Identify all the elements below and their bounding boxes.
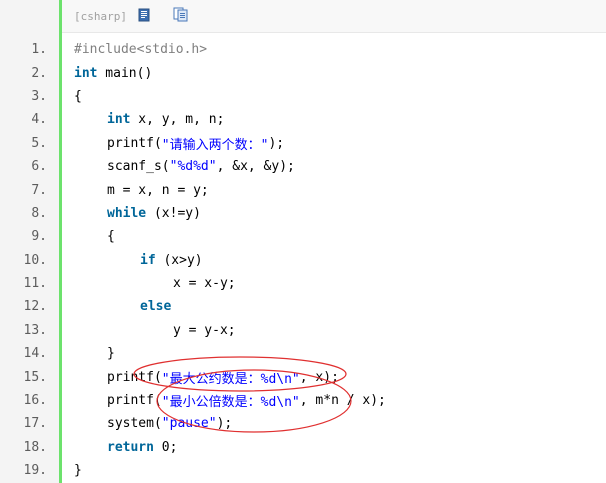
line-number: 6. — [31, 159, 47, 175]
code-text: int x, y, m, n; — [107, 108, 224, 131]
code-line: 18. return 0; — [0, 436, 606, 459]
code-token: , &x, &y); — [216, 159, 295, 175]
code-line: 11. x = x-y; — [0, 272, 606, 295]
preprocessor-token: #include<stdio.h> — [74, 42, 208, 58]
code-token: (x!=y) — [146, 205, 201, 221]
code-token: (x>y) — [155, 252, 203, 268]
code-line: 6. scanf_s("%d%d", &x, &y); — [0, 155, 606, 178]
code-line: 4. int x, y, m, n; — [0, 108, 606, 131]
code-token: scanf_s( — [107, 159, 170, 175]
code-toolbar: [csharp] — [62, 0, 606, 33]
code-token: ); — [268, 135, 285, 151]
code-token: } — [107, 346, 115, 362]
line-number: 14. — [23, 346, 47, 362]
code-text: else — [140, 295, 171, 318]
string-token: "最小公倍数是：%d\n" — [161, 395, 300, 411]
code-text: } — [74, 459, 82, 482]
code-text: x = x-y; — [173, 272, 236, 295]
code-text: #include<stdio.h> — [74, 38, 207, 61]
line-number: 19. — [23, 463, 47, 479]
code-line: 7. m = x, n = y; — [0, 178, 606, 201]
keyword-token: return — [107, 439, 154, 455]
keyword-token: if — [140, 252, 156, 268]
code-token: 0; — [153, 439, 178, 455]
code-token: { — [74, 88, 82, 104]
code-token: x, y, m, n; — [130, 112, 225, 128]
code-text: return 0; — [107, 436, 177, 459]
code-line: 17. system("pause"); — [0, 412, 606, 435]
code-token: printf( — [107, 369, 162, 385]
code-line: 12. else — [0, 295, 606, 318]
line-number: 7. — [31, 182, 47, 198]
string-token: "最大公约数是：%d\n" — [161, 371, 300, 387]
code-line: 19.} — [0, 459, 606, 482]
code-text: system("pause"); — [107, 412, 232, 435]
keyword-token: else — [140, 299, 172, 315]
line-number: 8. — [31, 205, 47, 221]
line-number: 16. — [23, 393, 47, 409]
code-text: printf("请输入两个数："); — [107, 132, 284, 155]
keyword-token: int — [107, 112, 131, 128]
line-number: 12. — [23, 299, 47, 315]
code-text: { — [74, 85, 82, 108]
code-token: , m*n / x); — [299, 393, 386, 409]
code-token: y = y-x; — [173, 322, 236, 338]
code-token: , x); — [299, 369, 339, 385]
code-line: 15. printf("最大公约数是：%d\n", x); — [0, 365, 606, 388]
code-line: 10. if (x>y) — [0, 249, 606, 272]
code-text: int main() — [74, 61, 152, 84]
code-text: m = x, n = y; — [107, 178, 209, 201]
line-number: 18. — [23, 439, 47, 455]
string-token: "%d%d" — [169, 159, 217, 175]
code-line: 13. y = y-x; — [0, 319, 606, 342]
code-line: 9. { — [0, 225, 606, 248]
line-number: 17. — [23, 416, 47, 432]
line-number: 1. — [31, 42, 47, 58]
code-line: 16. printf("最小公倍数是：%d\n", m*n / x); — [0, 389, 606, 412]
line-number: 13. — [23, 322, 47, 338]
line-number: 2. — [31, 65, 47, 81]
code-line: 2. int main() — [0, 61, 606, 84]
code-text: y = y-x; — [173, 319, 236, 342]
code-text: } — [107, 342, 115, 365]
string-token: "请输入两个数：" — [161, 137, 269, 153]
string-token: "pause" — [161, 416, 217, 432]
keyword-token: int — [74, 65, 98, 81]
code-token: x = x-y; — [173, 276, 236, 292]
copy-icon[interactable] — [173, 6, 189, 26]
code-token: { — [107, 229, 115, 245]
keyword-token: while — [107, 205, 147, 221]
code-token: system( — [107, 416, 162, 432]
code-token: ); — [216, 416, 233, 432]
code-text: scanf_s("%d%d", &x, &y); — [107, 155, 295, 178]
code-line: 5. printf("请输入两个数："); — [0, 132, 606, 155]
line-number: 11. — [23, 276, 47, 292]
line-number: 3. — [31, 88, 47, 104]
view-source-icon[interactable] — [137, 7, 151, 26]
line-number: 5. — [31, 135, 47, 151]
code-token: printf( — [107, 135, 162, 151]
line-number: 4. — [31, 112, 47, 128]
code-text: { — [107, 225, 115, 248]
line-number: 10. — [23, 252, 47, 268]
language-label: [csharp] — [74, 9, 127, 23]
code-token: m = x, n = y; — [107, 182, 209, 198]
code-text: if (x>y) — [140, 249, 203, 272]
code-line: 1. #include<stdio.h> — [0, 38, 606, 61]
code-text: printf("最大公约数是：%d\n", x); — [107, 365, 339, 388]
code-token: main() — [97, 65, 153, 81]
code-text: printf("最小公倍数是：%d\n", m*n / x); — [107, 389, 386, 412]
code-line: 8. while (x!=y) — [0, 202, 606, 225]
code-line: 14.} — [0, 342, 606, 365]
code-token: } — [74, 463, 82, 479]
code-lines: 1. #include<stdio.h> 2. int main() 3. {4. int … — [0, 38, 606, 482]
code-token: printf( — [107, 393, 162, 409]
code-text: while (x!=y) — [107, 202, 201, 225]
line-number: 15. — [23, 369, 47, 385]
code-line: 3. { — [0, 85, 606, 108]
line-number: 9. — [31, 229, 47, 245]
